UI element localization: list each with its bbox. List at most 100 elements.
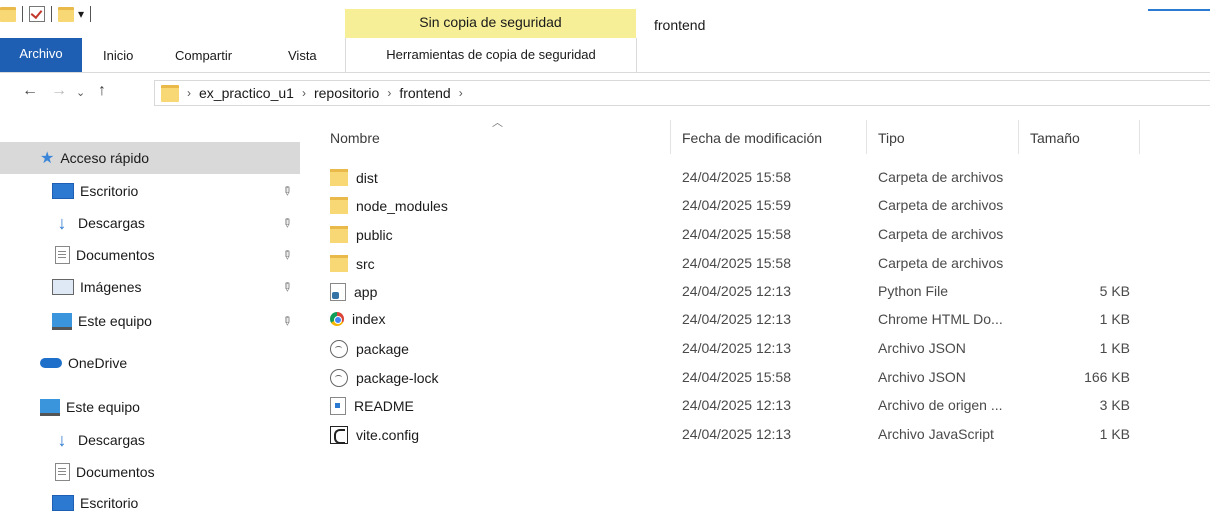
javascript-file-icon [330, 426, 348, 444]
documents-icon [55, 463, 70, 481]
chevron-right-icon[interactable]: › [387, 86, 391, 100]
date-modified: 24/04/2025 15:59 [682, 197, 791, 213]
new-folder-icon[interactable] [58, 6, 74, 22]
table-row[interactable]: index 24/04/2025 12:13 Chrome HTML Do...… [330, 305, 1140, 333]
file-name: README [354, 398, 414, 414]
pin-icon[interactable]: ✎ [279, 312, 296, 329]
sidebar-item-este-equipo[interactable]: Este equipo ✎ [0, 305, 300, 337]
sidebar-item-descargas-pc[interactable]: ↓ Descargas [0, 424, 300, 456]
download-icon: ↓ [57, 213, 67, 233]
documents-icon [55, 246, 70, 264]
desktop-icon [52, 495, 74, 511]
date-modified: 24/04/2025 12:13 [682, 311, 791, 327]
date-modified: 24/04/2025 15:58 [682, 369, 791, 385]
breadcrumb-ex-practico-u1[interactable]: ex_practico_u1 [199, 85, 294, 101]
file-name: dist [356, 169, 378, 186]
sidebar-item-acceso-rapido[interactable]: ★ Acceso rápido [0, 142, 300, 174]
table-row[interactable]: package-lock 24/04/2025 15:58 Archivo JS… [330, 363, 1140, 391]
up-arrow-icon[interactable]: ↑ [98, 82, 106, 100]
table-row[interactable]: dist 24/04/2025 15:58 Carpeta de archivo… [330, 163, 1140, 191]
json-file-icon [330, 340, 348, 358]
pin-icon[interactable]: ✎ [279, 182, 296, 199]
navigation-bar: ← → ⌄ ↑ › ex_practico_u1 › repositorio ›… [0, 72, 1210, 112]
chevron-right-icon[interactable]: › [187, 86, 191, 100]
sidebar-item-escritorio[interactable]: Escritorio ✎ [0, 175, 300, 207]
sidebar-item-imagenes[interactable]: Imágenes ✎ [0, 271, 300, 303]
breadcrumb-repositorio[interactable]: repositorio [314, 85, 379, 101]
file-name: index [352, 311, 386, 327]
column-header-size[interactable]: Tamaño [1030, 130, 1080, 146]
column-headers: Nombre Fecha de modificación Tipo Tamaño [330, 120, 1140, 154]
tab-compartir[interactable]: Compartir [175, 48, 232, 63]
tab-inicio[interactable]: Inicio [103, 48, 133, 63]
table-row[interactable]: src 24/04/2025 15:58 Carpeta de archivos [330, 249, 1140, 277]
tab-archivo[interactable]: Archivo [0, 38, 82, 72]
pictures-icon [52, 279, 74, 295]
file-name: node_modules [356, 197, 448, 214]
computer-icon [52, 312, 72, 330]
table-row[interactable]: README 24/04/2025 12:13 Archivo de orige… [330, 391, 1140, 419]
file-type: Carpeta de archivos [878, 255, 1004, 271]
context-tab-group-label: Sin copia de seguridad [345, 9, 636, 38]
chevron-right-icon[interactable]: › [302, 86, 306, 100]
file-name: public [356, 226, 393, 243]
cloud-icon [40, 358, 62, 368]
column-divider[interactable] [670, 120, 671, 154]
desktop-icon [52, 183, 74, 199]
customize-toolbar-icon[interactable]: ▾ [78, 7, 84, 21]
folder-icon [330, 226, 348, 243]
date-modified: 24/04/2025 12:13 [682, 283, 791, 299]
window-title: frontend [654, 17, 706, 33]
sidebar-item-documentos-pc[interactable]: Documentos [0, 456, 300, 488]
sidebar-item-este-equipo-root[interactable]: Este equipo [0, 391, 300, 423]
table-row[interactable]: package 24/04/2025 12:13 Archivo JSON 1 … [330, 334, 1140, 362]
sidebar-item-descargas[interactable]: ↓ Descargas ✎ [0, 207, 300, 239]
column-header-date[interactable]: Fecha de modificación [682, 130, 822, 146]
pin-icon[interactable]: ✎ [279, 278, 296, 295]
table-row[interactable]: node_modules 24/04/2025 15:59 Carpeta de… [330, 191, 1140, 219]
download-icon: ↓ [57, 430, 67, 450]
breadcrumb-frontend[interactable]: frontend [399, 85, 450, 101]
title-bar: ▾ Sin copia de seguridad frontend [0, 0, 1210, 38]
pin-icon[interactable]: ✎ [279, 246, 296, 263]
date-modified: 24/04/2025 15:58 [682, 255, 791, 271]
properties-icon[interactable] [29, 6, 45, 22]
address-bar[interactable]: › ex_practico_u1 › repositorio › fronten… [154, 80, 1210, 106]
tab-herramientas-copia[interactable]: Herramientas de copia de seguridad [345, 38, 637, 72]
file-type: Archivo JSON [878, 340, 966, 356]
recent-locations-chevron-icon[interactable]: ⌄ [76, 86, 85, 99]
table-row[interactable]: app 24/04/2025 12:13 Python File 5 KB [330, 277, 1140, 305]
column-divider[interactable] [1018, 120, 1019, 154]
date-modified: 24/04/2025 12:13 [682, 426, 791, 442]
column-divider[interactable] [1139, 120, 1140, 154]
json-file-icon [330, 369, 348, 387]
file-size: 1 KB [1099, 311, 1130, 327]
computer-icon [40, 398, 60, 416]
sidebar-item-escritorio-pc[interactable]: Escritorio [0, 487, 300, 519]
file-type: Archivo JSON [878, 369, 966, 385]
python-file-icon [330, 283, 346, 301]
separator [90, 6, 92, 22]
date-modified: 24/04/2025 12:13 [682, 340, 791, 356]
back-arrow-icon[interactable]: ← [22, 82, 38, 100]
table-row[interactable]: vite.config 24/04/2025 12:13 Archivo Jav… [330, 420, 1140, 448]
folder-icon [330, 255, 348, 272]
sidebar-item-onedrive[interactable]: OneDrive [0, 347, 300, 379]
file-name: src [356, 255, 375, 272]
chevron-right-icon[interactable]: › [459, 86, 463, 100]
folder-icon [0, 6, 16, 22]
ribbon-tabs: Archivo Inicio Compartir Vista Herramien… [0, 38, 1210, 73]
column-divider[interactable] [866, 120, 867, 154]
table-row[interactable]: public 24/04/2025 15:58 Carpeta de archi… [330, 220, 1140, 248]
tab-vista[interactable]: Vista [288, 48, 317, 63]
file-size: 5 KB [1099, 283, 1130, 299]
forward-arrow-icon[interactable]: → [51, 82, 67, 100]
pin-icon[interactable]: ✎ [279, 214, 296, 231]
file-name: package [356, 341, 409, 357]
sidebar-item-documentos[interactable]: Documentos ✎ [0, 239, 300, 271]
column-header-type[interactable]: Tipo [878, 130, 905, 146]
date-modified: 24/04/2025 15:58 [682, 169, 791, 185]
file-size: 1 KB [1099, 340, 1130, 356]
folder-icon [330, 169, 348, 186]
column-header-name[interactable]: Nombre [330, 130, 380, 146]
